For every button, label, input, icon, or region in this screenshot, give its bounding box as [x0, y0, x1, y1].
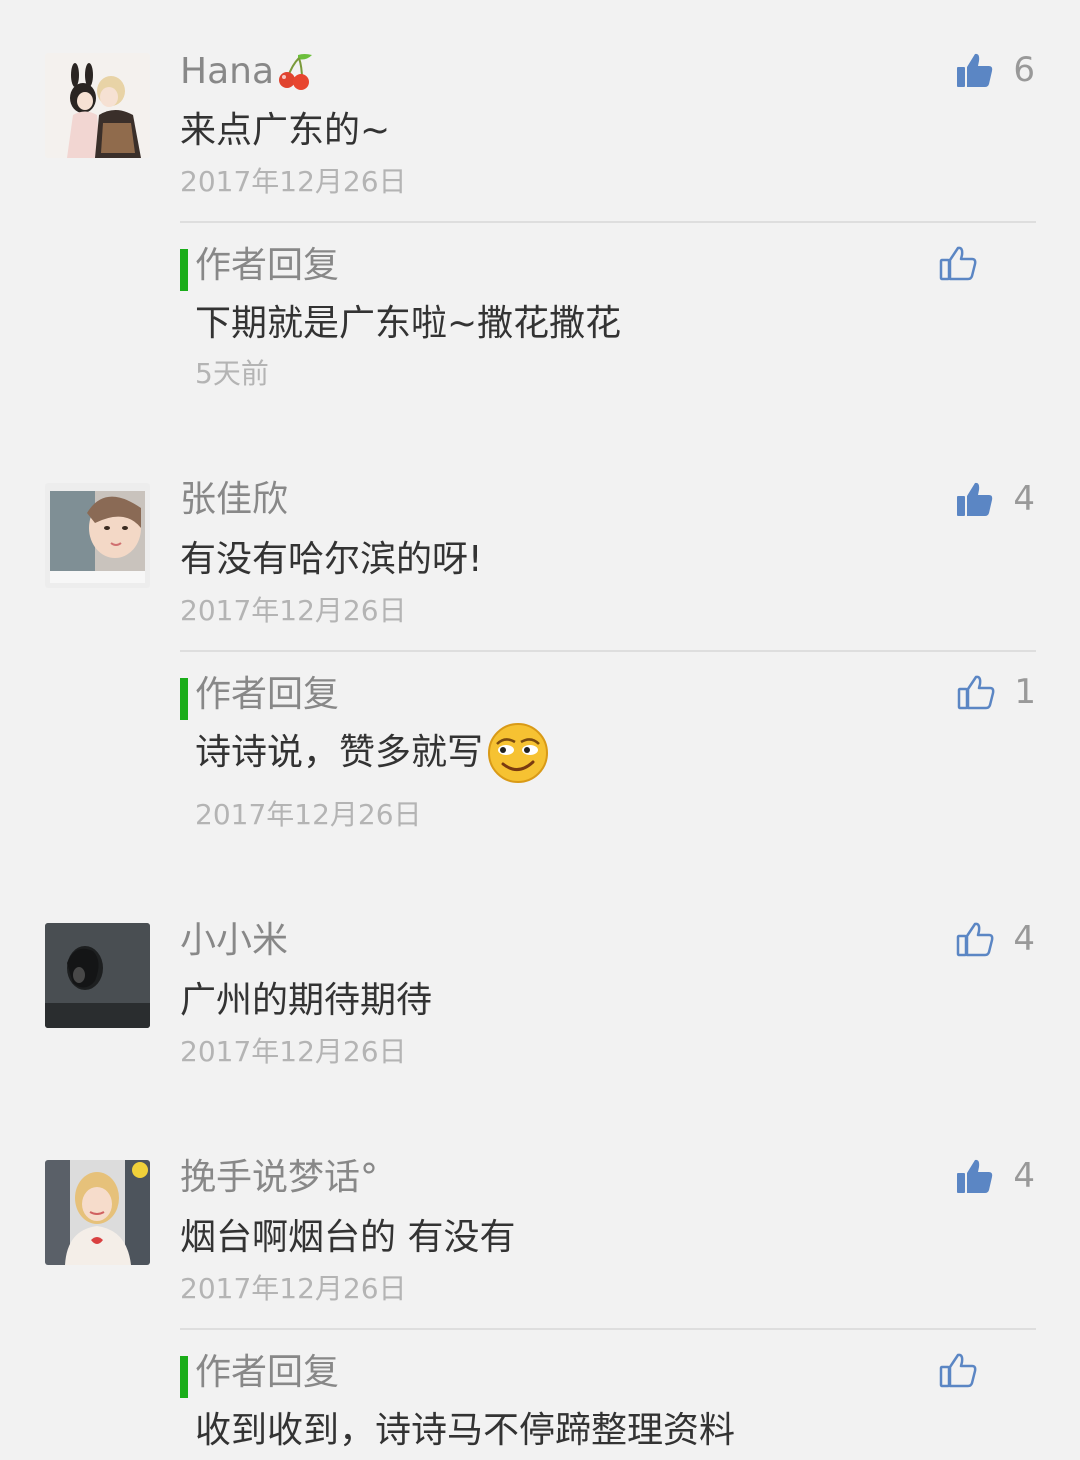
reply-accent-bar [180, 678, 188, 720]
divider [180, 650, 1036, 652]
comment-date: 2017年12月26日 [180, 594, 407, 627]
comment-date: 2017年12月26日 [180, 1272, 407, 1305]
user-name[interactable]: 张佳欣 [180, 478, 288, 522]
thumbs-up-outline-icon [939, 246, 977, 281]
like-count: 4 [1013, 479, 1035, 519]
like-count: 1 [1014, 672, 1036, 712]
avatar[interactable] [45, 1160, 150, 1265]
divider [180, 221, 1036, 223]
avatar[interactable] [45, 483, 150, 588]
avatar[interactable] [45, 923, 150, 1028]
reply-label: 作者回复 [195, 674, 340, 715]
smirk-emoji-icon [487, 722, 549, 784]
divider [180, 1328, 1036, 1330]
comment-date: 2017年12月26日 [180, 165, 407, 198]
like-button[interactable]: 4 [955, 479, 1035, 519]
user-name[interactable]: Hana [180, 49, 316, 94]
like-count: 6 [1013, 50, 1035, 90]
like-button[interactable]: 6 [955, 50, 1035, 90]
reply-text: 收到收到，诗诗马不停蹄整理资料 [195, 1410, 736, 1451]
thumbs-up-filled-icon [957, 482, 993, 516]
thumbs-up-outline-icon [957, 922, 994, 957]
reply-label: 作者回复 [195, 1352, 340, 1393]
user-name[interactable]: 小小米 [180, 919, 288, 963]
reply-like-button[interactable] [938, 1350, 1016, 1390]
comment-date: 2017年12月26日 [180, 1035, 407, 1068]
reply-text: 下期就是广东啦~撒花撒花 [195, 303, 622, 344]
reply-text-content: 诗诗说，赞多就写 [195, 732, 484, 773]
thumbs-up-outline-icon [958, 675, 995, 710]
thumbs-up-filled-icon [957, 1159, 993, 1193]
comment-text: 有没有哈尔滨的呀! [180, 539, 483, 580]
reply-date: 5天前 [195, 357, 269, 390]
reply-date: 2017年12月26日 [195, 798, 422, 831]
comment-text: 广州的期待期待 [180, 980, 433, 1021]
reply-accent-bar [180, 1356, 188, 1398]
like-button[interactable]: 4 [955, 1156, 1035, 1196]
reply-label: 作者回复 [195, 245, 340, 286]
comment-text: 来点广东的~ [180, 110, 391, 151]
comment-text: 烟台啊烟台的 有没有 [180, 1217, 516, 1258]
thumbs-up-filled-icon [957, 53, 993, 87]
like-count: 4 [1013, 919, 1035, 959]
reply-accent-bar [180, 249, 188, 291]
reply-text: 诗诗说，赞多就写 [195, 721, 549, 785]
thumbs-up-outline-icon [939, 1353, 977, 1388]
user-name[interactable]: 挽手说梦话° [180, 1156, 378, 1200]
reply-like-button[interactable]: 1 [956, 672, 1036, 712]
avatar[interactable] [45, 53, 150, 158]
like-button[interactable]: 4 [955, 919, 1035, 959]
like-count: 4 [1013, 1156, 1035, 1196]
reply-like-button[interactable] [938, 243, 1016, 283]
cherry-icon [279, 54, 313, 90]
